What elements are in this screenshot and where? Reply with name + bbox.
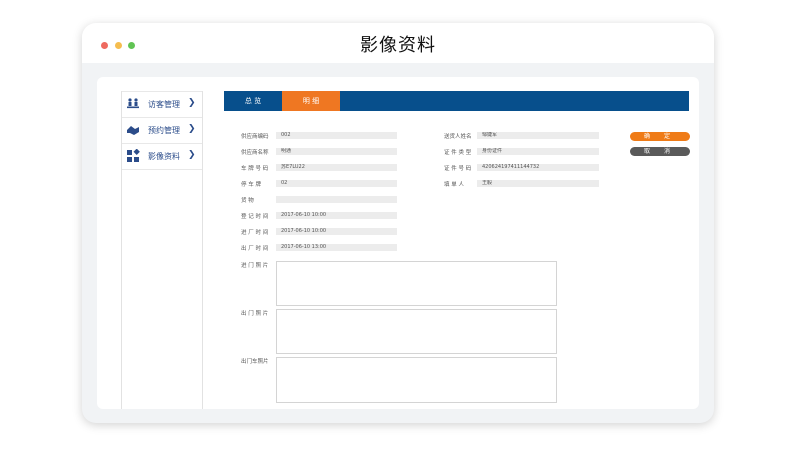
goods-label: 货 物: [241, 198, 254, 204]
sidebar-item-label: 影像资料: [148, 152, 180, 161]
parking-space-label: 停 车 牌: [241, 182, 261, 188]
sidebar: 访客管理 ❯ 预约管理 ❯ 影像资料 ❯: [121, 91, 203, 409]
recorder-field[interactable]: 王毅: [477, 180, 599, 187]
sidebar-item-label: 预约管理: [148, 126, 180, 135]
exit-photo-label: 出 门 照 片: [241, 311, 269, 317]
supplier-code-field[interactable]: 002: [276, 132, 397, 139]
entry-photo-label: 进 门 照 片: [241, 263, 269, 269]
exit-photo-box[interactable]: [276, 309, 557, 354]
handshake-icon: [127, 126, 139, 135]
goods-field[interactable]: [276, 196, 397, 203]
sidebar-item-label: 访客管理: [148, 100, 180, 109]
cancel-button[interactable]: 取 消: [630, 147, 690, 156]
register-time-label: 登 记 时 间: [241, 214, 269, 220]
exit-vehicle-photo-label: 出门车照片: [241, 359, 269, 365]
plate-number-label: 车 牌 号 码: [241, 166, 269, 172]
sidebar-item-image-data[interactable]: 影像资料 ❯: [122, 144, 202, 170]
driver-name-field[interactable]: 邹婕军: [477, 132, 599, 139]
tab-bar: 总 览 明 细: [224, 91, 689, 111]
grid-icon: [127, 149, 140, 162]
chevron-right-icon: ❯: [188, 124, 196, 134]
visitor-icon: [127, 98, 139, 109]
exit-time-label: 出 厂 时 间: [241, 246, 269, 252]
plate-number-field[interactable]: 苏E7LU22: [276, 164, 397, 171]
register-time-field[interactable]: 2017-06-10 10:00: [276, 212, 397, 219]
entry-time-label: 进 厂 时 间: [241, 230, 269, 236]
supplier-name-label: 供应商名称: [241, 150, 269, 156]
title-bar: 影像资料: [82, 23, 714, 63]
window-title: 影像资料: [360, 35, 436, 56]
exit-vehicle-photo-box[interactable]: [276, 357, 557, 403]
id-number-field[interactable]: 420624197411144732: [477, 164, 599, 171]
tab-details[interactable]: 明 细: [282, 91, 340, 111]
sidebar-item-visitor-management[interactable]: 访客管理 ❯: [122, 91, 202, 118]
chevron-right-icon: ❯: [188, 98, 196, 108]
entry-time-field[interactable]: 2017-06-10 10:00: [276, 228, 397, 235]
id-type-field[interactable]: 身份证件: [477, 148, 599, 155]
sidebar-item-reservation-management[interactable]: 预约管理 ❯: [122, 118, 202, 144]
chevron-right-icon: ❯: [188, 150, 196, 160]
app-window: 影像资料 访客管理 ❯ 预约管理 ❯ 影像资料 ❯ 总 览 明 细 供应商编码 …: [82, 23, 714, 423]
confirm-button[interactable]: 确 定: [630, 132, 690, 141]
supplier-code-label: 供应商编码: [241, 134, 269, 140]
exit-time-field[interactable]: 2017-06-10 13:00: [276, 244, 397, 251]
entry-photo-box[interactable]: [276, 261, 557, 306]
parking-space-field[interactable]: 02: [276, 180, 397, 187]
main-panel: 访客管理 ❯ 预约管理 ❯ 影像资料 ❯ 总 览 明 细 供应商编码 002 供…: [97, 77, 699, 409]
tab-overview[interactable]: 总 览: [224, 91, 282, 111]
supplier-name-field[interactable]: 明通: [276, 148, 397, 155]
